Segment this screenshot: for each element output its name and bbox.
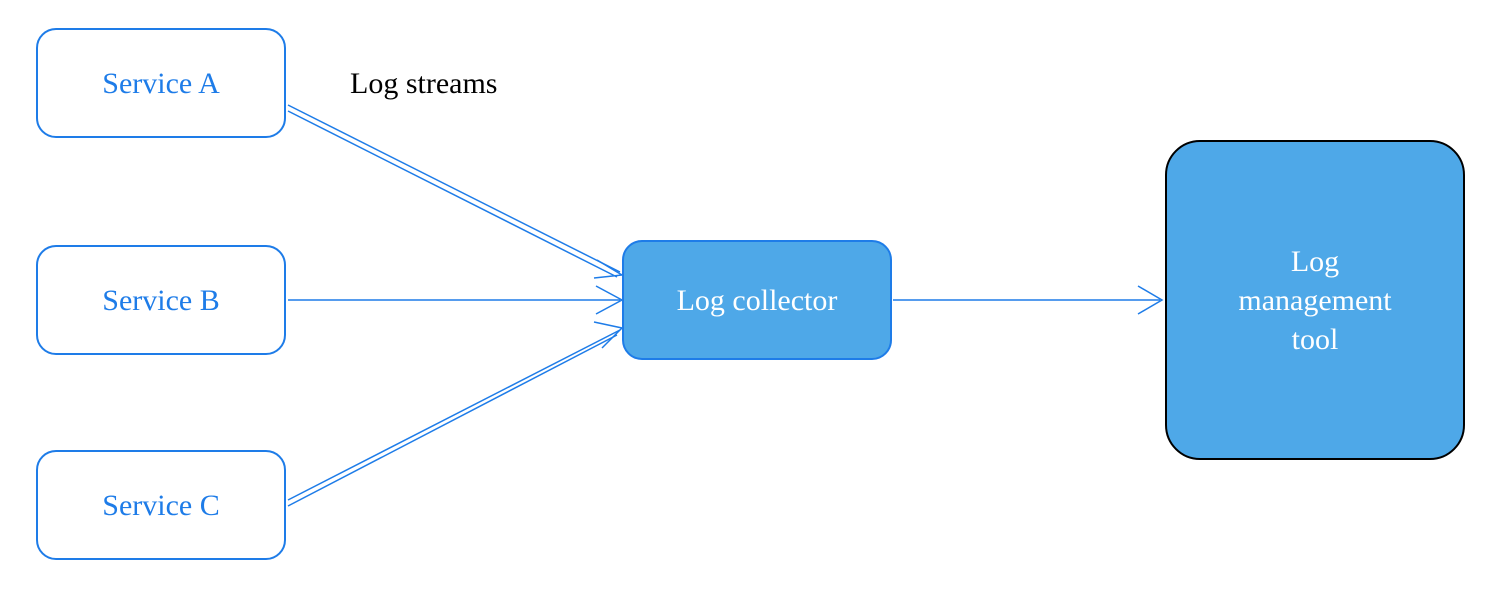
service-a-label: Service A [102,64,219,103]
log-management-tool-node: Log management tool [1165,140,1465,460]
service-c-label: Service C [102,486,219,525]
service-a-node: Service A [36,28,286,138]
log-collector-node: Log collector [622,240,892,360]
log-collector-label: Log collector [677,281,838,320]
service-b-node: Service B [36,245,286,355]
service-c-node: Service C [36,450,286,560]
log-architecture-diagram: Service A Service B Service C Log stream… [0,0,1505,604]
log-streams-label: Log streams [350,67,497,101]
service-b-label: Service B [102,281,219,320]
log-management-tool-label: Log management tool [1238,242,1391,359]
